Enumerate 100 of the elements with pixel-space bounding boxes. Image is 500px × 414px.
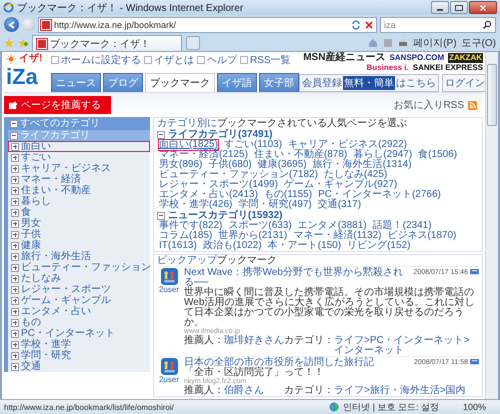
category-link[interactable]: 話題！(2341) bbox=[372, 221, 432, 231]
login-button[interactable]: ログイン bbox=[442, 74, 488, 92]
collapse-icon[interactable] bbox=[157, 130, 165, 138]
category-link[interactable]: すごい(1103) bbox=[224, 140, 282, 150]
browser-tab[interactable]: ブックマーク：イザ！ bbox=[32, 35, 182, 51]
category-link[interactable]: スポーツ(633) bbox=[228, 221, 292, 231]
expand-icon[interactable] bbox=[11, 362, 19, 370]
partner-logo[interactable]: ZAKZAK bbox=[448, 53, 483, 63]
expand-icon[interactable] bbox=[11, 252, 19, 260]
site-logo[interactable]: iZa bbox=[6, 66, 38, 88]
category-link[interactable]: 住まい・不動産(878) bbox=[254, 150, 348, 160]
user-count[interactable]: 2user bbox=[158, 285, 179, 294]
header-link[interactable]: イザとは bbox=[144, 53, 194, 67]
expand-icon[interactable] bbox=[11, 142, 19, 150]
expand-icon[interactable] bbox=[11, 220, 19, 228]
category-link[interactable]: ゲーム・ギャンブル(927) bbox=[284, 180, 398, 190]
category-link[interactable]: リビング(152) bbox=[347, 241, 410, 251]
expand-icon[interactable] bbox=[11, 318, 19, 326]
refresh-icon[interactable] bbox=[351, 20, 361, 30]
category-link[interactable]: もの(1155) bbox=[264, 190, 312, 200]
expand-icon[interactable] bbox=[11, 176, 19, 184]
expand-icon[interactable] bbox=[11, 230, 19, 238]
nav-tab[interactable]: ニュース bbox=[51, 73, 101, 92]
expand-icon[interactable] bbox=[11, 264, 19, 272]
expand-icon[interactable] bbox=[11, 164, 19, 172]
category-link[interactable]: レジャー・スポーツ(1499) bbox=[159, 180, 278, 190]
category-link[interactable]: 健康(3695) bbox=[258, 160, 307, 170]
back-button[interactable] bbox=[4, 17, 19, 32]
partner-logo[interactable]: SANKEI EXPRESS bbox=[412, 63, 483, 73]
star-icon[interactable] bbox=[4, 38, 14, 48]
category-link[interactable]: 事件です(822) bbox=[159, 221, 222, 231]
category-link[interactable]: ビジネス(1870) bbox=[387, 231, 456, 241]
toolbar-menu[interactable]: 도구(O) bbox=[462, 36, 496, 50]
scrollbar[interactable] bbox=[485, 52, 498, 399]
category-link[interactable]: ビューティー・ファッション(7182) bbox=[159, 170, 318, 180]
toolbar-menu[interactable]: 페이지(P) bbox=[413, 36, 457, 50]
expand-icon[interactable] bbox=[11, 296, 19, 304]
recommend-button[interactable]: ページを推薦する bbox=[4, 96, 111, 114]
expand-icon[interactable] bbox=[11, 308, 19, 316]
expand-icon[interactable] bbox=[11, 154, 19, 162]
address-field[interactable]: http://www.iza.ne.jp/bookmark/ bbox=[38, 16, 377, 32]
category-link[interactable]: 子供(680) bbox=[208, 160, 252, 170]
category-path-link[interactable]: ライフ>PC・インターネット>インターネット bbox=[334, 336, 479, 356]
category-link[interactable]: マネー・経済(2125) bbox=[159, 150, 248, 160]
category-link[interactable]: エンタメ(3881) bbox=[298, 221, 367, 231]
category-link[interactable]: 世界から(2131) bbox=[218, 231, 288, 241]
category-link[interactable]: エンタメ・占い(2413) bbox=[159, 190, 258, 200]
category-link[interactable]: 政治も(1022) bbox=[202, 241, 262, 251]
comment-icon[interactable] bbox=[470, 269, 479, 276]
expand-icon[interactable] bbox=[11, 186, 19, 194]
category-item[interactable]: 面白い bbox=[8, 141, 150, 152]
partner-logo[interactable]: SANSPO.COM bbox=[389, 53, 444, 63]
category-link[interactable]: 学問・研究(497) bbox=[238, 200, 312, 210]
category-link[interactable]: コラム(185) bbox=[159, 231, 212, 241]
category-item[interactable]: ビューティー・ファッション bbox=[8, 262, 150, 273]
collapse-icon[interactable] bbox=[10, 132, 18, 140]
partner-logo[interactable]: MSN産経ニュース bbox=[303, 53, 386, 63]
category-link[interactable]: 旅行・海外生活(1314) bbox=[312, 160, 412, 170]
category-link[interactable]: 食(1506) bbox=[418, 150, 458, 160]
comment-icon[interactable] bbox=[470, 359, 479, 366]
collapse-icon[interactable] bbox=[157, 212, 165, 220]
close-button[interactable] bbox=[469, 1, 497, 14]
zoom-level[interactable]: 100% bbox=[462, 402, 486, 412]
article-title[interactable]: 日本の全部の市の市役所を訪問した旅行記 bbox=[184, 358, 412, 368]
category-link[interactable]: PC・インターネット(2766) bbox=[318, 190, 441, 200]
header-link[interactable]: ヘルプ bbox=[197, 53, 237, 67]
search-field[interactable]: iza bbox=[380, 16, 496, 32]
nav-tab[interactable]: ブックマーク bbox=[145, 73, 215, 92]
maximize-button[interactable] bbox=[450, 1, 468, 14]
rss-link[interactable]: お気に入りRSS bbox=[393, 98, 464, 112]
partner-logo[interactable]: Business i. bbox=[366, 63, 409, 73]
collapse-icon[interactable] bbox=[10, 120, 18, 128]
recommender-link[interactable]: 珈琲好きさん bbox=[224, 335, 284, 346]
category-link[interactable]: たしなみ(425) bbox=[324, 170, 388, 180]
article-title[interactable]: Next Wave：携帯Web分野でも世界から黙殺される── bbox=[184, 268, 412, 288]
register-button[interactable]: 会員登録 無料・簡単 はこちら bbox=[299, 74, 439, 92]
category-link[interactable]: 交通(317) bbox=[318, 200, 362, 210]
expand-icon[interactable] bbox=[11, 242, 19, 250]
user-count[interactable]: 2user bbox=[158, 375, 179, 384]
search-icon[interactable] bbox=[482, 20, 492, 30]
expand-icon[interactable] bbox=[11, 274, 19, 282]
category-link[interactable]: マネー・経済(1132) bbox=[293, 231, 382, 241]
minimize-button[interactable] bbox=[431, 1, 449, 14]
expand-icon[interactable] bbox=[11, 198, 19, 206]
expand-icon[interactable] bbox=[11, 286, 19, 294]
category-link[interactable]: 男女(896) bbox=[159, 160, 202, 170]
recommender-link[interactable]: 伯爵さん bbox=[224, 385, 264, 396]
print-icon[interactable] bbox=[398, 38, 408, 48]
category-link[interactable]: 暮らし(2947) bbox=[353, 150, 412, 160]
header-link[interactable]: ホームに設定する bbox=[51, 53, 141, 67]
category-link[interactable]: 学校・進学(426) bbox=[159, 200, 232, 210]
category-path-link[interactable]: ライフ>旅行・海外生活>国内 bbox=[334, 386, 479, 396]
expand-icon[interactable] bbox=[11, 340, 19, 348]
expand-icon[interactable] bbox=[11, 330, 19, 338]
expand-icon[interactable] bbox=[11, 352, 19, 360]
category-link[interactable]: IT(1613) bbox=[159, 241, 197, 251]
stop-icon[interactable] bbox=[364, 20, 374, 30]
expand-icon[interactable] bbox=[11, 208, 19, 216]
category-link[interactable]: キャリア・ビジネス(2922) bbox=[288, 140, 407, 150]
category-link[interactable]: 本・アート(150) bbox=[268, 241, 342, 251]
